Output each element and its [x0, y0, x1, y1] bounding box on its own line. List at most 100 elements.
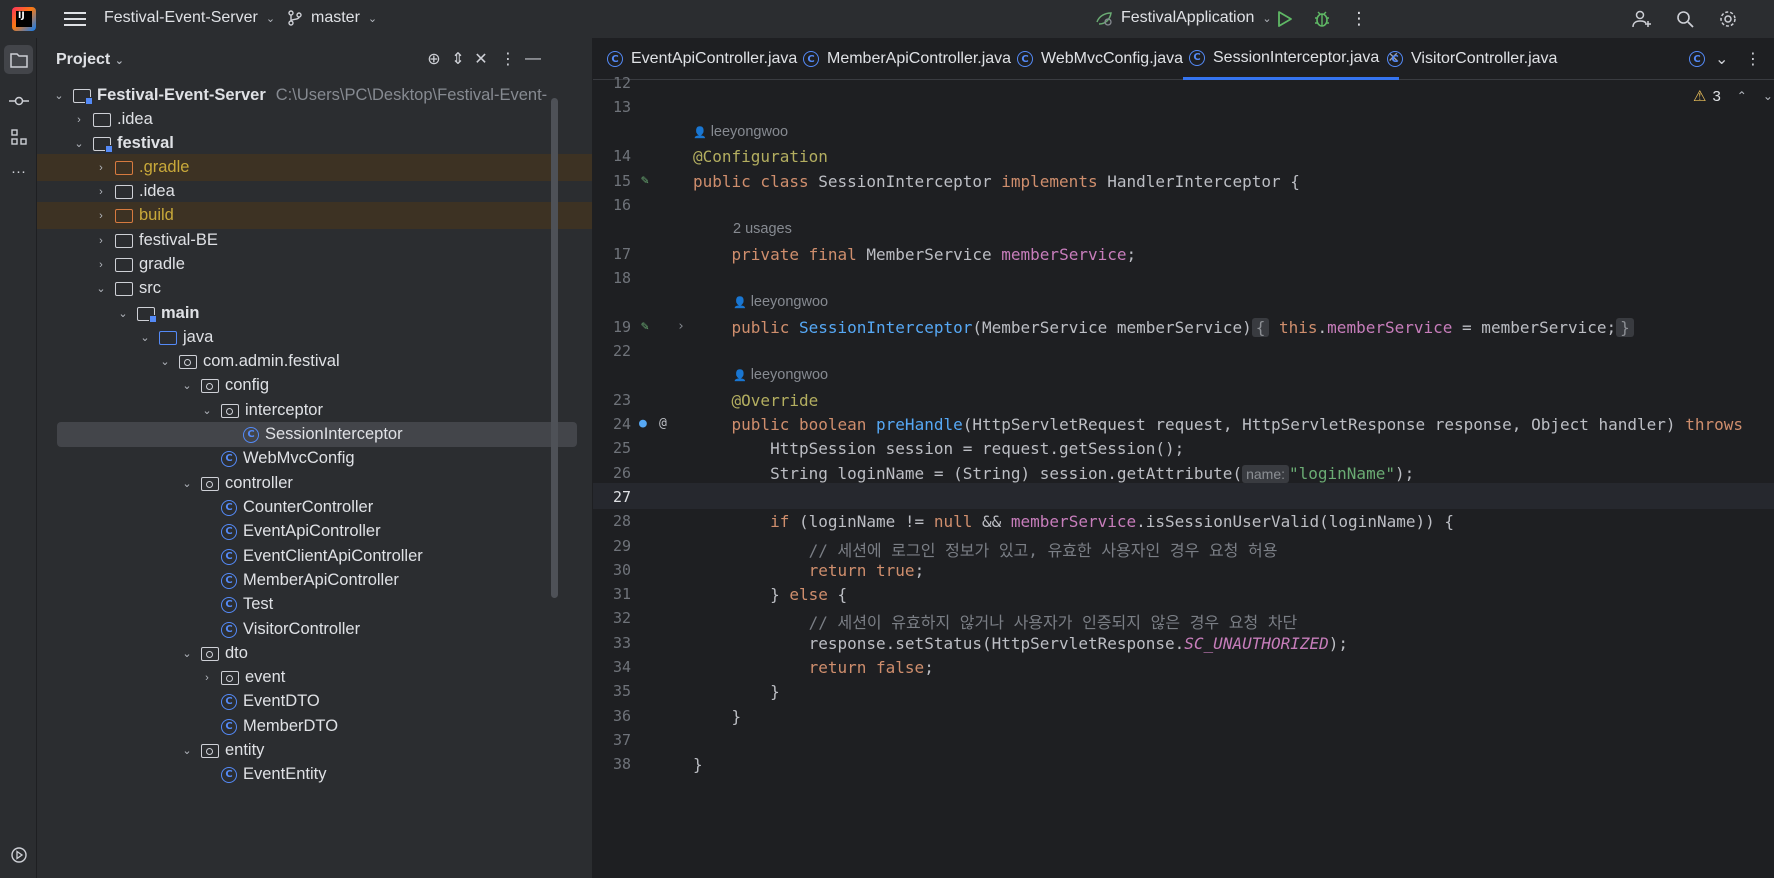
chevron-down-icon[interactable]: ⌄	[199, 404, 215, 417]
services-run-icon[interactable]	[4, 840, 33, 869]
module-folder-icon	[73, 88, 93, 105]
spring-bean-gutter-icon[interactable]: ✎	[641, 173, 649, 188]
chevron-down-icon[interactable]: ⌄	[115, 307, 131, 320]
tree-item-config[interactable]: ⌄ config	[37, 372, 592, 399]
chevron-down-icon[interactable]: ⌄	[51, 89, 67, 102]
branch-switcher[interactable]: master ⌄	[287, 9, 377, 27]
add-user-icon[interactable]	[1630, 7, 1654, 31]
annotation-gutter-icon[interactable]: @	[659, 416, 667, 431]
more-tools-icon[interactable]: ···	[4, 157, 33, 186]
chevron-down-icon[interactable]: ⌄	[179, 647, 195, 660]
tree-item-event-entity[interactable]: C EventEntity	[37, 761, 592, 788]
chevron-up-icon[interactable]: ⌃	[1737, 89, 1747, 103]
collapse-all-icon[interactable]: ✕	[470, 48, 492, 70]
tree-item-member-api-controller[interactable]: C MemberApiController	[37, 567, 592, 594]
tab-webmvcconfig[interactable]: C WebMvcConfig.java	[1011, 38, 1183, 80]
tree-item-event-client-api-controller[interactable]: C EventClientApiController	[37, 543, 592, 570]
line-number: 14	[612, 147, 631, 165]
tree-item-webmvcconfig[interactable]: C WebMvcConfig	[37, 445, 592, 472]
tabs-options-icon[interactable]: ⋮	[1745, 38, 1761, 80]
chevron-down-icon[interactable]: ⌄	[179, 379, 195, 392]
intellij-logo-icon[interactable]: IJ	[12, 7, 36, 31]
code-editor[interactable]: ⚠ 3 ⌃ ⌄ 12 13 14 15 16 17 18 19 22 23 24…	[593, 74, 1774, 878]
tab-overflow-partial[interactable]: C	[1683, 38, 1713, 80]
hide-panel-icon[interactable]: —	[522, 48, 544, 70]
project-panel-title[interactable]: Project ⌄	[56, 51, 124, 69]
chevron-down-icon[interactable]: ⌄	[93, 282, 109, 295]
chevron-right-icon[interactable]: ›	[199, 672, 215, 684]
chevron-right-icon[interactable]: ›	[93, 162, 109, 174]
settings-gear-icon[interactable]	[1716, 7, 1740, 31]
implements-method-gutter-icon[interactable]: ●	[639, 416, 647, 431]
folder-icon	[93, 112, 111, 127]
tree-item-event[interactable]: › event	[37, 664, 592, 691]
chevron-right-icon[interactable]: ›	[93, 210, 109, 222]
locate-target-icon[interactable]: ⊕	[423, 48, 445, 70]
structure-icon[interactable]	[4, 122, 33, 151]
chevron-down-icon[interactable]: ⌄	[179, 477, 195, 490]
tree-item-interceptor[interactable]: ⌄ interceptor	[37, 397, 592, 424]
tree-item-gradle-hidden[interactable]: › .gradle	[37, 154, 592, 181]
chevron-right-icon[interactable]: ›	[93, 259, 109, 271]
project-folder-icon[interactable]	[4, 45, 33, 74]
tree-item-visitor-controller[interactable]: C VisitorController	[37, 616, 592, 643]
project-switcher[interactable]: Festival-Event-Server ⌄	[104, 9, 275, 27]
person-icon: 👤	[733, 369, 747, 382]
more-actions-icon[interactable]: ⋮	[1347, 7, 1371, 31]
tree-item-dto[interactable]: ⌄ dto	[37, 640, 592, 667]
tree-item-idea[interactable]: › .idea	[37, 106, 592, 133]
line-number: 38	[612, 755, 631, 773]
chevron-down-icon[interactable]: ⌄	[179, 744, 195, 757]
expand-all-icon[interactable]: ⇕	[447, 48, 469, 70]
main-menu-icon[interactable]	[64, 8, 86, 30]
spring-bean-gutter-icon[interactable]: ✎	[641, 319, 649, 334]
commit-icon[interactable]	[4, 86, 33, 115]
tab-visitor-controller[interactable]: C VisitorController.java	[1381, 38, 1557, 80]
tree-item-entity[interactable]: ⌄ entity	[37, 737, 592, 764]
chevron-down-icon[interactable]: ⌄	[157, 355, 173, 368]
chevron-down-icon[interactable]: ⌄	[1763, 89, 1773, 103]
tree-item-src[interactable]: ⌄ src	[37, 275, 592, 302]
tree-item-idea-2[interactable]: › .idea	[37, 178, 592, 205]
tree-item-counter-controller[interactable]: C CounterController	[37, 494, 592, 521]
tree-item-root[interactable]: ⌄ Festival-Event-Server C:\Users\PC\Desk…	[37, 82, 592, 109]
chevron-right-icon[interactable]: ›	[93, 235, 109, 247]
tree-item-com-admin-festival[interactable]: ⌄ com.admin.festival	[37, 348, 592, 375]
chevron-right-icon[interactable]: ›	[93, 186, 109, 198]
debug-icon[interactable]	[1310, 7, 1334, 31]
tab-member-api-controller[interactable]: C MemberApiController.java	[797, 38, 1011, 80]
fold-expand-icon[interactable]: ›	[677, 319, 685, 334]
tree-item-festival[interactable]: ⌄ festival	[37, 130, 592, 157]
tabs-dropdown-icon[interactable]: ⌄	[1715, 38, 1728, 80]
chevron-down-icon[interactable]: ⌄	[137, 331, 153, 344]
usages-hint[interactable]: 2 usages	[733, 221, 792, 237]
tree-item-member-dto[interactable]: C MemberDTO	[37, 713, 592, 740]
tree-item-main[interactable]: ⌄ main	[37, 300, 592, 327]
tree-item-session-interceptor[interactable]: C SessionInterceptor	[37, 421, 592, 448]
search-icon[interactable]	[1673, 7, 1697, 31]
tree-item-label: Test	[243, 595, 274, 613]
tree-item-test[interactable]: C Test	[37, 591, 592, 618]
chevron-right-icon[interactable]: ›	[71, 114, 87, 126]
options-icon[interactable]: ⋮	[497, 48, 519, 70]
tree-item-event-api-controller[interactable]: C EventApiController	[37, 518, 592, 545]
tree-item-controller[interactable]: ⌄ controller	[37, 470, 592, 497]
code-author-hint[interactable]: 👤 leeyongwoo	[733, 367, 828, 383]
inspection-widget[interactable]: ⚠ 3 ⌃ ⌄	[1693, 87, 1773, 106]
usages-count: 2 usages	[733, 221, 792, 237]
run-config-selector[interactable]: FestivalApplication ⌄	[1095, 9, 1272, 27]
project-scrollbar[interactable]	[551, 98, 558, 598]
current-line-highlight	[593, 483, 1774, 509]
tab-session-interceptor[interactable]: C SessionInterceptor.java ✕	[1183, 38, 1400, 80]
chevron-down-icon[interactable]: ⌄	[71, 137, 87, 150]
tree-item-festival-be[interactable]: › festival-BE	[37, 227, 592, 254]
tree-item-gradle[interactable]: › gradle	[37, 251, 592, 278]
code-author-hint[interactable]: 👤 leeyongwoo	[733, 294, 828, 310]
tree-item-java[interactable]: ⌄ java	[37, 324, 592, 351]
tree-item-build[interactable]: › build	[37, 202, 592, 229]
run-icon[interactable]	[1272, 7, 1296, 31]
folder-icon	[115, 281, 133, 296]
code-line: public boolean preHandle(HttpServletRequ…	[731, 415, 1743, 434]
code-author-hint[interactable]: 👤 leeyongwoo	[693, 124, 788, 140]
tree-item-event-dto[interactable]: C EventDTO	[37, 688, 592, 715]
